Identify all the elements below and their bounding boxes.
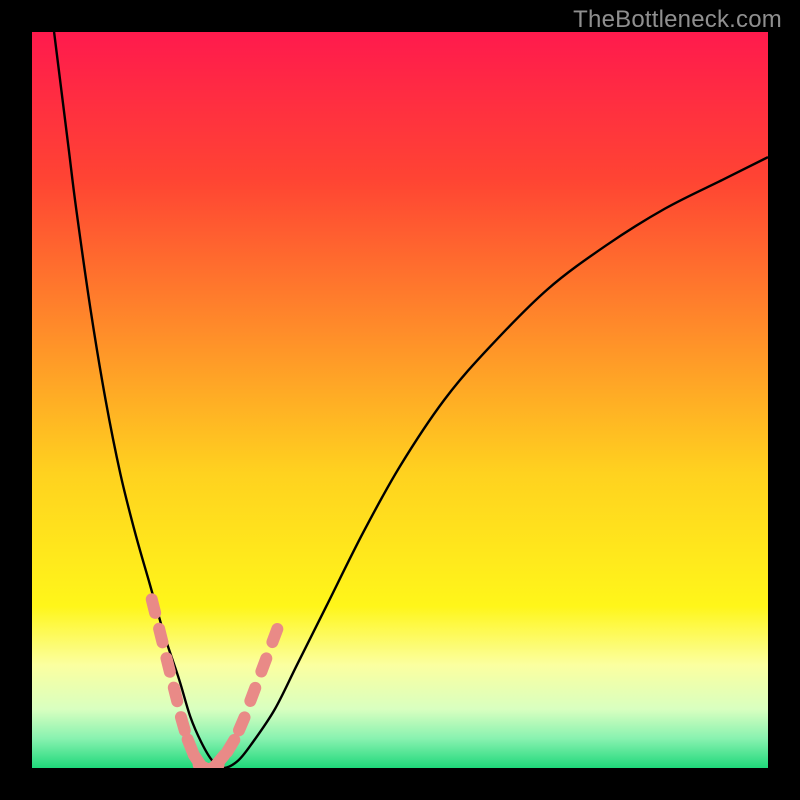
- marker: [231, 710, 252, 739]
- marker: [152, 621, 170, 649]
- curve-layer: [32, 32, 768, 768]
- watermark: TheBottleneck.com: [573, 6, 782, 34]
- marker: [265, 621, 285, 650]
- marker: [254, 651, 274, 680]
- marker: [144, 592, 162, 620]
- highlight-markers: [144, 592, 285, 768]
- marker: [243, 680, 263, 709]
- plot-area: [32, 32, 768, 768]
- chart-frame: TheBottleneck.com: [0, 0, 800, 800]
